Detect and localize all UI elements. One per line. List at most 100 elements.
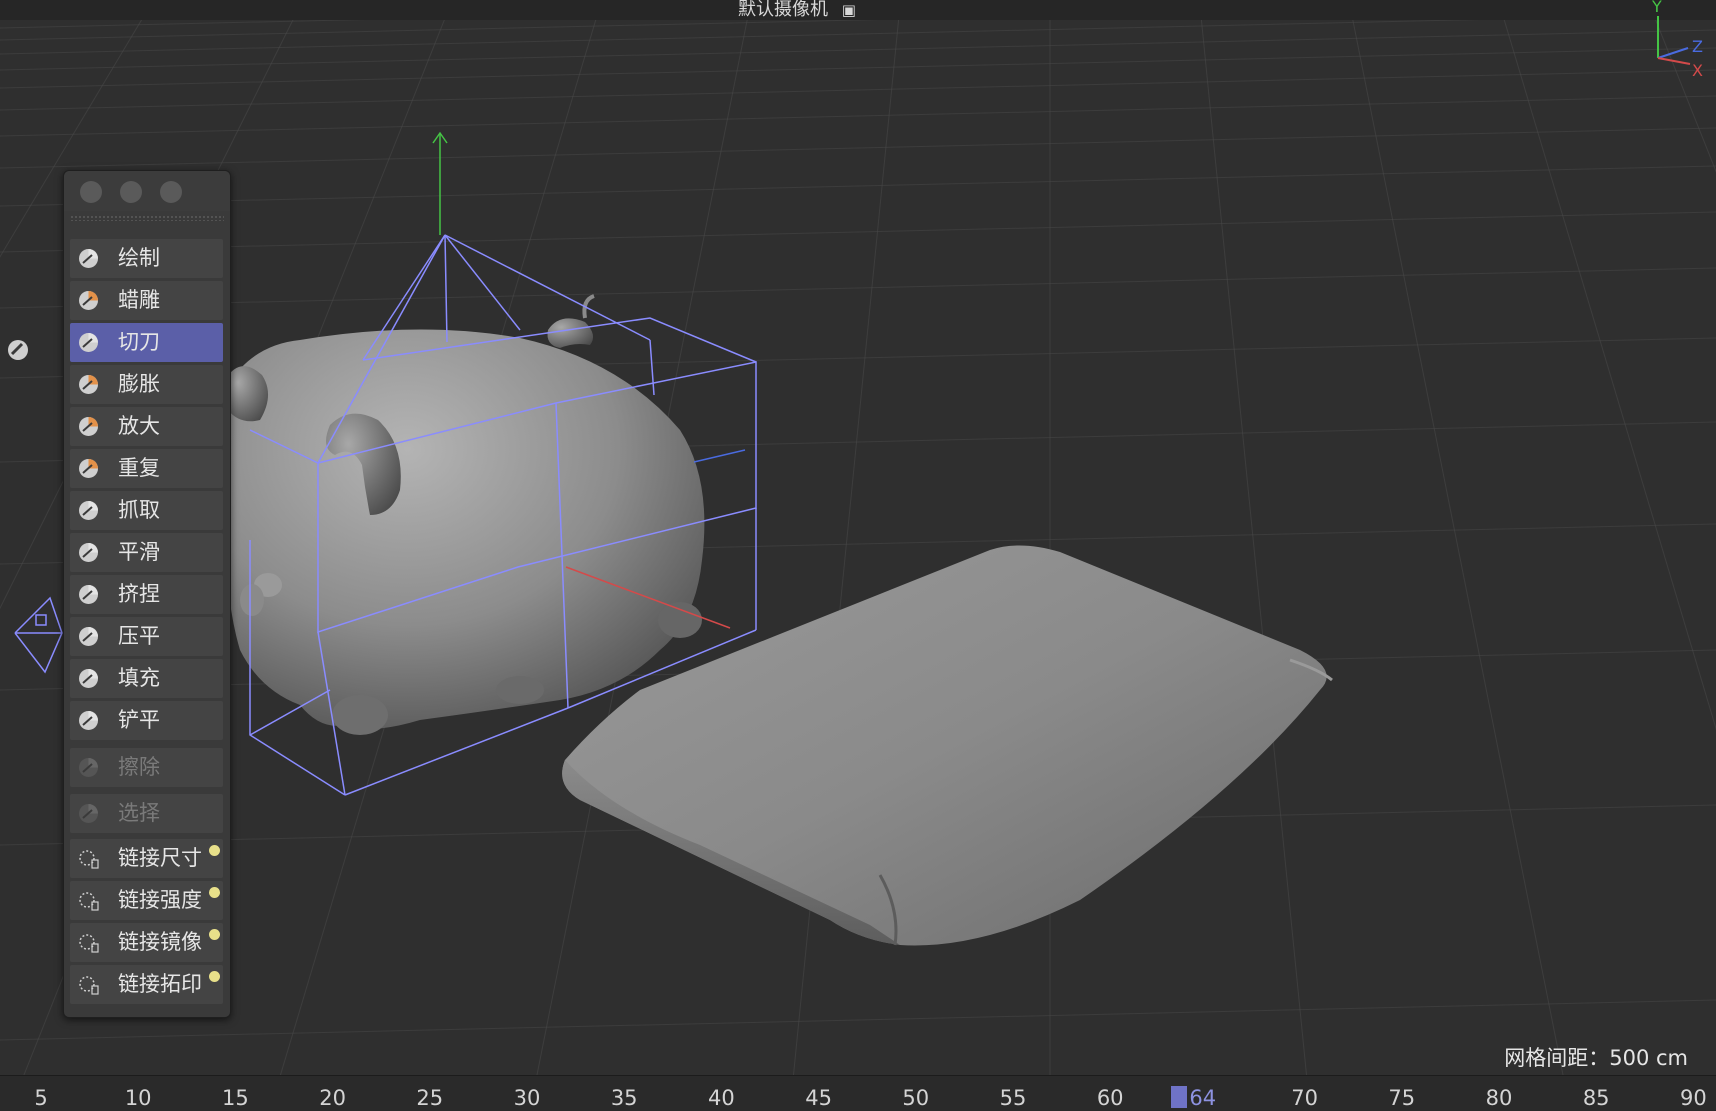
brush-tool-label: 挤捏 <box>118 582 160 606</box>
z-axis-handle[interactable] <box>693 449 746 463</box>
brush-tool-erase-brush[interactable]: 擦除 <box>70 748 223 787</box>
brush-tool-link-strength[interactable]: 链接强度 <box>70 881 223 920</box>
grid-line <box>1050 0 1716 1110</box>
brush-tool-label: 蜡雕 <box>118 288 160 312</box>
sculpt-brush-palette[interactable]: 绘制蜡雕切刀膨胀放大重复抓取平滑挤捏压平填充铲平擦除选择链接尺寸 链接强度 链接镜像… <box>63 170 231 1018</box>
brush-tool-label: 压平 <box>118 624 160 648</box>
timeline-tick-label: 60 <box>1096 1086 1124 1110</box>
timeline-tick-label: 30 <box>513 1086 541 1110</box>
camera-label[interactable]: 默认摄像机 ▣ <box>738 0 856 20</box>
brush-tool-label: 铲平 <box>118 708 160 732</box>
brush-tool-pinch-brush[interactable]: 挤捏 <box>70 575 223 614</box>
palette-titlebar[interactable] <box>64 171 230 211</box>
brush-tool-wax-brush[interactable]: 蜡雕 <box>70 281 223 320</box>
current-frame-marker[interactable]: 64 <box>1171 1086 1216 1110</box>
grid-line <box>1050 0 1716 1110</box>
brush-tool-knife-brush[interactable]: 切刀 <box>70 323 223 362</box>
timeline-tick-label: 80 <box>1485 1086 1513 1110</box>
timeline-tick-label: 70 <box>1291 1086 1318 1110</box>
timeline-tick-label: 10 <box>124 1086 152 1110</box>
pig-model[interactable] <box>225 294 705 735</box>
link-mirror-icon <box>79 934 99 953</box>
brush-tool-flatten-brush[interactable]: 压平 <box>70 617 223 656</box>
link-status-dot <box>209 845 220 856</box>
timeline-tick-label: 75 <box>1388 1086 1416 1110</box>
grid-line <box>1050 0 1716 1110</box>
brush-tool-fill-brush[interactable]: 填充 <box>70 659 223 698</box>
flatten-brush-icon <box>79 627 98 646</box>
grid-line <box>0 29 1716 71</box>
brush-tool-label: 抓取 <box>118 498 160 522</box>
brush-tool-link-size[interactable]: 链接尺寸 <box>70 839 223 878</box>
grid-line <box>1050 0 1716 1110</box>
axis-z-label: Z <box>1692 37 1703 56</box>
close-window-button[interactable] <box>80 181 102 203</box>
viewport-side-object <box>14 596 63 674</box>
grid-line <box>0 267 1716 309</box>
grid-line <box>0 999 1716 1041</box>
brush-tool-link-stamp[interactable]: 链接拓印 <box>70 965 223 1004</box>
grid-line <box>1050 0 1716 1110</box>
3d-viewport[interactable]: 默认摄像机 ▣ Y Z X 绘制蜡雕切刀膨胀放大重复抓取平滑挤捏压平填充铲平擦除… <box>0 0 1716 1111</box>
brush-tool-paint-brush[interactable]: 绘制 <box>70 239 223 278</box>
brush-tool-label: 平滑 <box>118 540 160 564</box>
brush-tool-link-mirror[interactable]: 链接镜像 <box>70 923 223 962</box>
grid-spacing-readout: 网格间距：500 cm <box>1504 1046 1688 1070</box>
brush-tool-label: 重复 <box>118 456 160 480</box>
scrape-brush-icon <box>79 711 98 730</box>
link-size-icon <box>79 850 99 869</box>
grid-line <box>1050 0 1716 1110</box>
brush-tool-select-brush[interactable]: 选择 <box>70 794 223 833</box>
timeline-tick-label: 55 <box>999 1086 1027 1110</box>
grid-line <box>1050 0 1716 1110</box>
grid-line <box>1050 0 1716 1110</box>
link-status-dot <box>209 887 220 898</box>
grid-line <box>0 211 1716 253</box>
brush-tool-magnify-brush[interactable]: 放大 <box>70 407 223 446</box>
magnify-brush-icon <box>79 417 98 436</box>
timeline-tick-label: 15 <box>222 1086 249 1110</box>
axis-y-label: Y <box>1651 0 1662 16</box>
grid-line <box>1050 0 1716 1110</box>
grid-line <box>1050 0 1716 1110</box>
minimize-window-button[interactable] <box>120 181 142 203</box>
timeline-tick-label: 50 <box>902 1086 930 1110</box>
brush-tool-repeat-brush[interactable]: 重复 <box>70 449 223 488</box>
camera-name: 默认摄像机 <box>738 0 828 20</box>
grid-line <box>1050 0 1716 1110</box>
timeline-ruler[interactable]: 5 10 15 20 25 30 35 40 45 50 55 60 64 70 75 80 85 90 <box>0 1075 1716 1111</box>
grid-line <box>1050 0 1716 1110</box>
grid-line <box>1050 0 1716 1110</box>
link-status-dot <box>209 929 220 940</box>
brush-tool-label: 膨胀 <box>118 372 160 396</box>
grid-line <box>1497 0 1716 731</box>
grid-line <box>1050 0 1716 1110</box>
grid-line <box>1050 0 1716 1110</box>
brush-tool-smooth-brush[interactable]: 平滑 <box>70 533 223 572</box>
viewport-scene[interactable] <box>0 0 1716 1110</box>
grid-line <box>1050 0 1716 1110</box>
grid-line <box>1050 0 1716 1110</box>
timeline-tick-label: 90 <box>1680 1086 1707 1110</box>
timeline-tick-label: 45 <box>805 1086 832 1110</box>
brush-tool-label: 链接拓印 <box>118 972 202 996</box>
grid-line <box>1050 0 1716 1110</box>
axis-gizmo: Y Z X <box>1651 0 1703 78</box>
brush-tool-label: 放大 <box>118 414 160 438</box>
side-knife-icon[interactable] <box>6 338 30 362</box>
link-stamp-icon <box>79 976 99 995</box>
brush-tool-grab-brush[interactable]: 抓取 <box>70 491 223 530</box>
brush-tool-label: 切刀 <box>118 330 160 354</box>
link-strength-icon <box>79 892 99 911</box>
inflate-brush-icon <box>79 375 98 394</box>
grid-line <box>1050 0 1716 1110</box>
brush-tool-scrape-brush[interactable]: 铲平 <box>70 701 223 740</box>
grid-line <box>1050 0 1716 1110</box>
zoom-window-button[interactable] <box>160 181 182 203</box>
grid-line <box>0 95 1716 137</box>
grid-line <box>1050 0 1716 1110</box>
brush-tool-inflate-brush[interactable]: 膨胀 <box>70 365 223 404</box>
grid-line <box>1050 0 1716 1110</box>
palette-drag-grip[interactable] <box>70 215 224 221</box>
grid-line <box>1050 0 1716 1110</box>
